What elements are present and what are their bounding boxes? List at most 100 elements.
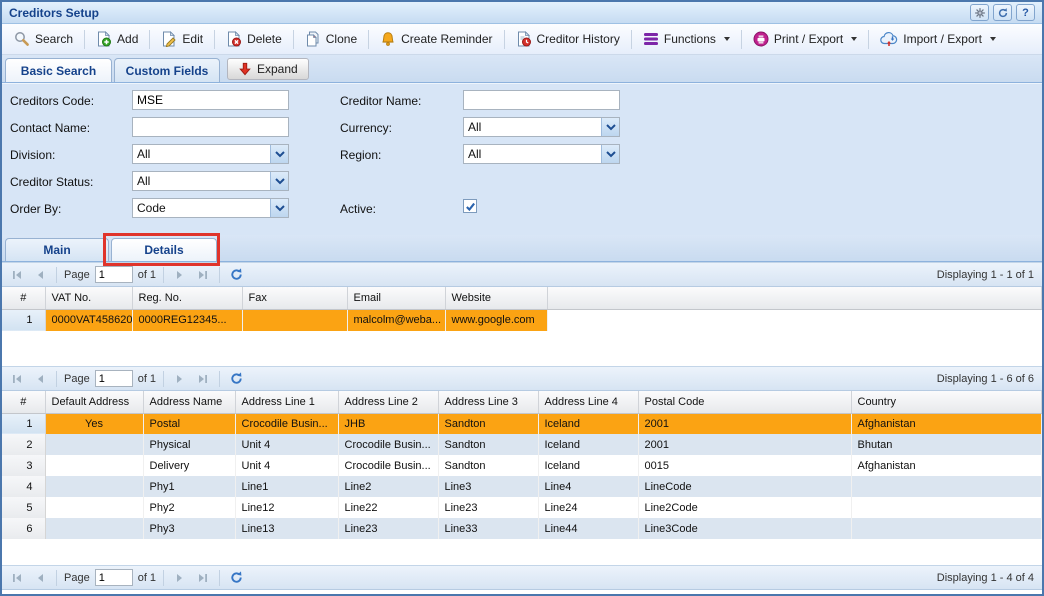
column-header-address-line-1[interactable]: Address Line 1 — [235, 391, 338, 413]
creditor-history-button[interactable]: Creditor History — [509, 28, 627, 50]
cell-postal-code[interactable]: 2001 — [638, 434, 851, 455]
prev-page-button[interactable] — [31, 266, 49, 284]
page-number-input[interactable] — [95, 569, 133, 586]
next-page-button[interactable] — [171, 569, 189, 587]
column-header-num[interactable]: # — [2, 287, 45, 309]
help-button[interactable]: ? — [1016, 4, 1035, 21]
cell-address-line-3[interactable]: Line23 — [438, 497, 538, 518]
row-number-cell[interactable]: 1 — [2, 309, 45, 331]
row-number-cell[interactable]: 2 — [2, 434, 45, 455]
cell-address-line-2[interactable]: JHB — [338, 413, 438, 434]
cell-address-line-1[interactable]: Line12 — [235, 497, 338, 518]
cell-reg-no[interactable]: 0000REG12345... — [132, 309, 242, 331]
cell-default-address[interactable] — [45, 518, 143, 539]
cell-address-line-2[interactable]: Crocodile Busin... — [338, 455, 438, 476]
contact-name-input[interactable] — [132, 117, 289, 137]
cell-country[interactable]: Bhutan — [851, 434, 1042, 455]
cell-address-line-3[interactable]: Line3 — [438, 476, 538, 497]
cell-website[interactable]: www.google.com — [445, 309, 547, 331]
creditor-status-select[interactable]: All — [132, 171, 289, 191]
region-select[interactable]: All — [463, 144, 620, 164]
tab-custom-fields[interactable]: Custom Fields — [114, 58, 220, 82]
print-export-menu-button[interactable]: Print / Export — [746, 28, 864, 50]
last-page-button[interactable] — [194, 266, 212, 284]
active-checkbox[interactable] — [463, 199, 477, 213]
table-row[interactable]: 3 Delivery Unit 4 Crocodile Busin... San… — [2, 455, 1042, 476]
cell-address-line-2[interactable]: Line23 — [338, 518, 438, 539]
cell-address-line-1[interactable]: Line13 — [235, 518, 338, 539]
cell-country[interactable]: Afghanistan — [851, 455, 1042, 476]
cell-default-address[interactable] — [45, 497, 143, 518]
cell-postal-code[interactable]: Line2Code — [638, 497, 851, 518]
cell-vat-no[interactable]: 0000VAT458620 — [45, 309, 132, 331]
refresh-grid-button[interactable] — [227, 370, 245, 388]
creditors-code-input[interactable] — [132, 90, 289, 110]
cell-country[interactable] — [851, 476, 1042, 497]
expand-button[interactable]: Expand — [227, 58, 309, 80]
cell-default-address[interactable] — [45, 476, 143, 497]
delete-button[interactable]: Delete — [219, 28, 289, 50]
last-page-button[interactable] — [194, 569, 212, 587]
prev-page-button[interactable] — [31, 569, 49, 587]
currency-select[interactable]: All — [463, 117, 620, 137]
tab-main[interactable]: Main — [5, 238, 109, 261]
cell-address-line-2[interactable]: Line2 — [338, 476, 438, 497]
column-header-postal-code[interactable]: Postal Code — [638, 391, 851, 413]
cell-address-name[interactable]: Delivery — [143, 455, 235, 476]
cell-address-line-3[interactable]: Sandton — [438, 413, 538, 434]
cell-address-line-1[interactable]: Unit 4 — [235, 434, 338, 455]
column-header-fax[interactable]: Fax — [242, 287, 347, 309]
cell-address-name[interactable]: Phy1 — [143, 476, 235, 497]
cell-address-line-2[interactable]: Line22 — [338, 497, 438, 518]
tab-details[interactable]: Details — [111, 238, 217, 261]
table-row[interactable]: 6 Phy3 Line13 Line23 Line33 Line44 Line3… — [2, 518, 1042, 539]
column-header-address-line-2[interactable]: Address Line 2 — [338, 391, 438, 413]
creditor-name-input[interactable] — [463, 90, 620, 110]
cell-address-line-4[interactable]: Line44 — [538, 518, 638, 539]
column-header-address-name[interactable]: Address Name — [143, 391, 235, 413]
cell-address-line-3[interactable]: Sandton — [438, 455, 538, 476]
cell-postal-code[interactable]: 0015 — [638, 455, 851, 476]
edit-button[interactable]: Edit — [154, 28, 210, 50]
cell-address-name[interactable]: Postal — [143, 413, 235, 434]
cell-default-address[interactable] — [45, 434, 143, 455]
cell-address-name[interactable]: Phy2 — [143, 497, 235, 518]
column-header-vat-no[interactable]: VAT No. — [45, 287, 132, 309]
row-number-cell[interactable]: 4 — [2, 476, 45, 497]
cell-postal-code[interactable]: 2001 — [638, 413, 851, 434]
cell-default-address[interactable]: Yes — [45, 413, 143, 434]
cell-address-line-4[interactable]: Line24 — [538, 497, 638, 518]
column-header-address-line-3[interactable]: Address Line 3 — [438, 391, 538, 413]
table-row[interactable]: 2 Physical Unit 4 Crocodile Busin... San… — [2, 434, 1042, 455]
cell-address-line-1[interactable]: Unit 4 — [235, 455, 338, 476]
import-export-menu-button[interactable]: Import / Export — [873, 28, 1003, 50]
cell-address-line-1[interactable]: Crocodile Busin... — [235, 413, 338, 434]
cell-email[interactable]: malcolm@weba... — [347, 309, 445, 331]
row-number-cell[interactable]: 3 — [2, 455, 45, 476]
table-row[interactable]: 4 Phy1 Line1 Line2 Line3 Line4 LineCode — [2, 476, 1042, 497]
table-row[interactable]: 1 0000VAT458620 0000REG12345... malcolm@… — [2, 309, 1042, 331]
cell-country[interactable] — [851, 497, 1042, 518]
column-header-address-line-4[interactable]: Address Line 4 — [538, 391, 638, 413]
add-button[interactable]: Add — [89, 28, 145, 50]
division-select[interactable]: All — [132, 144, 289, 164]
column-header-country[interactable]: Country — [851, 391, 1042, 413]
first-page-button[interactable] — [8, 266, 26, 284]
create-reminder-button[interactable]: Create Reminder — [373, 28, 499, 50]
next-page-button[interactable] — [171, 266, 189, 284]
search-button[interactable]: Search — [7, 28, 80, 50]
first-page-button[interactable] — [8, 569, 26, 587]
tab-basic-search[interactable]: Basic Search — [5, 58, 112, 82]
cell-address-name[interactable]: Phy3 — [143, 518, 235, 539]
cell-fax[interactable] — [242, 309, 347, 331]
refresh-grid-button[interactable] — [227, 569, 245, 587]
clone-button[interactable]: Clone — [298, 28, 364, 50]
cell-postal-code[interactable]: LineCode — [638, 476, 851, 497]
cell-address-line-1[interactable]: Line1 — [235, 476, 338, 497]
prev-page-button[interactable] — [31, 370, 49, 388]
cell-address-line-4[interactable]: Iceland — [538, 413, 638, 434]
cell-address-line-4[interactable]: Line4 — [538, 476, 638, 497]
last-page-button[interactable] — [194, 370, 212, 388]
row-number-cell[interactable]: 1 — [2, 413, 45, 434]
refresh-grid-button[interactable] — [227, 266, 245, 284]
